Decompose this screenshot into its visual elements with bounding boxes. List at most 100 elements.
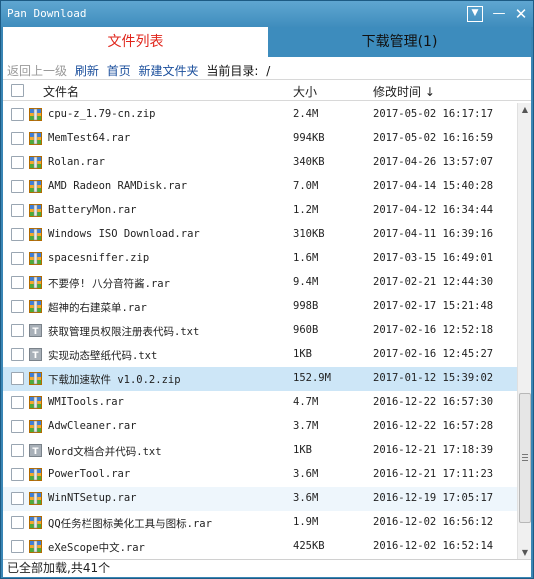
table-row[interactable]: cpu-z_1.79-cn.zip 2.4M 2017-05-02 16:17:17 bbox=[3, 103, 517, 127]
row-checkbox[interactable] bbox=[11, 300, 24, 313]
archive-icon bbox=[29, 300, 42, 313]
row-checkbox[interactable] bbox=[11, 108, 24, 121]
file-size: 3.6M bbox=[293, 492, 319, 504]
text-file-icon: T bbox=[29, 324, 42, 337]
scroll-up-icon[interactable]: ▲ bbox=[518, 103, 532, 116]
file-modified: 2016-12-21 17:18:39 bbox=[373, 444, 494, 456]
table-row[interactable]: PowerTool.rar 3.6M 2016-12-21 17:11:23 bbox=[3, 463, 517, 487]
text-file-icon: T bbox=[29, 444, 42, 457]
row-checkbox[interactable] bbox=[11, 348, 24, 361]
row-checkbox[interactable] bbox=[11, 324, 24, 337]
file-name: spacesniffer.zip bbox=[48, 252, 150, 264]
file-modified: 2017-04-26 13:57:07 bbox=[373, 156, 494, 168]
grip-line bbox=[522, 454, 528, 455]
file-name: AdwCleaner.rar bbox=[48, 420, 137, 432]
file-name: 实现动态壁纸代码.txt bbox=[48, 350, 158, 362]
table-row[interactable]: BatteryMon.rar 1.2M 2017-04-12 16:34:44 bbox=[3, 199, 517, 223]
archive-icon bbox=[29, 108, 42, 121]
row-checkbox[interactable] bbox=[11, 540, 24, 553]
file-size: 425KB bbox=[293, 540, 325, 552]
file-size: 1KB bbox=[293, 444, 312, 456]
file-modified: 2017-02-21 12:44:30 bbox=[373, 276, 494, 288]
table-row[interactable]: T Word文档合并代码.txt 1KB 2016-12-21 17:18:39 bbox=[3, 439, 517, 463]
file-size: 152.9M bbox=[293, 372, 331, 384]
archive-icon bbox=[29, 516, 42, 529]
row-checkbox[interactable] bbox=[11, 276, 24, 289]
archive-icon bbox=[29, 132, 42, 145]
window-title: Pan Download bbox=[7, 7, 87, 20]
table-row[interactable]: Windows ISO Download.rar 310KB 2017-04-11 … bbox=[3, 223, 517, 247]
row-checkbox[interactable] bbox=[11, 228, 24, 241]
table-row[interactable]: AdwCleaner.rar 3.7M 2016-12-22 16:57:28 bbox=[3, 415, 517, 439]
back-button[interactable]: 返回上一级 bbox=[7, 64, 67, 78]
archive-icon bbox=[29, 204, 42, 217]
row-checkbox[interactable] bbox=[11, 468, 24, 481]
row-checkbox[interactable] bbox=[11, 156, 24, 169]
title-bar[interactable]: Pan Download ▼ — ✕ bbox=[1, 1, 533, 27]
status-bar: 已全部加载,共41个 bbox=[3, 559, 531, 577]
archive-icon bbox=[29, 180, 42, 193]
file-name: QQ任务栏图标美化工具与图标.rar bbox=[48, 518, 212, 530]
new-folder-button[interactable]: 新建文件夹 bbox=[139, 64, 199, 78]
row-checkbox[interactable] bbox=[11, 252, 24, 265]
file-size: 1.2M bbox=[293, 204, 319, 216]
file-name: 获取管理员权限注册表代码.txt bbox=[48, 326, 200, 338]
table-row[interactable]: MemTest64.rar 994KB 2017-05-02 16:16:59 bbox=[3, 127, 517, 151]
file-modified: 2017-02-17 15:21:48 bbox=[373, 300, 494, 312]
tab-file-list[interactable]: 文件列表 bbox=[3, 27, 268, 57]
minimize-icon[interactable]: — bbox=[491, 6, 507, 22]
table-row[interactable]: WMITools.rar 4.7M 2016-12-22 16:57:30 bbox=[3, 391, 517, 415]
file-size: 1KB bbox=[293, 348, 312, 360]
vertical-scrollbar[interactable]: ▲ ▼ bbox=[517, 103, 531, 559]
row-checkbox[interactable] bbox=[11, 516, 24, 529]
file-size: 3.7M bbox=[293, 420, 319, 432]
file-name: WinNTSetup.rar bbox=[48, 492, 137, 504]
archive-icon bbox=[29, 468, 42, 481]
table-row[interactable]: 下载加速软件 v1.0.2.zip 152.9M 2017-01-12 15:39:… bbox=[3, 367, 517, 391]
select-all-checkbox[interactable] bbox=[11, 84, 24, 97]
row-checkbox[interactable] bbox=[11, 420, 24, 433]
row-checkbox[interactable] bbox=[11, 444, 24, 457]
row-checkbox[interactable] bbox=[11, 180, 24, 193]
row-checkbox[interactable] bbox=[11, 132, 24, 145]
current-dir-label: 当前目录: bbox=[206, 64, 259, 78]
row-checkbox[interactable] bbox=[11, 204, 24, 217]
file-name: eXeScope中文.rar bbox=[48, 542, 145, 554]
archive-icon bbox=[29, 492, 42, 505]
status-text: 已全部加载,共41个 bbox=[7, 561, 111, 575]
close-icon[interactable]: ✕ bbox=[513, 6, 529, 22]
refresh-button[interactable]: 刷新 bbox=[75, 64, 99, 78]
table-row[interactable]: 超神的右建菜单.rar 998B 2017-02-17 15:21:48 bbox=[3, 295, 517, 319]
file-name: Word文档合并代码.txt bbox=[48, 446, 162, 458]
scroll-down-icon[interactable]: ▼ bbox=[518, 546, 532, 559]
file-name: PowerTool.rar bbox=[48, 468, 131, 480]
tab-download-manager[interactable]: 下载管理(1) bbox=[268, 27, 531, 57]
file-name: 不要停! 八分音符酱.rar bbox=[48, 278, 170, 290]
home-button[interactable]: 首页 bbox=[107, 64, 131, 78]
menu-dropdown-icon[interactable]: ▼ bbox=[467, 6, 483, 22]
column-header-size[interactable]: 大小 bbox=[293, 83, 317, 100]
table-row[interactable]: T 实现动态壁纸代码.txt 1KB 2017-02-16 12:45:27 bbox=[3, 343, 517, 367]
svg-text:T: T bbox=[32, 327, 39, 337]
file-name: BatteryMon.rar bbox=[48, 204, 137, 216]
table-row[interactable]: spacesniffer.zip 1.6M 2017-03-15 16:49:01 bbox=[3, 247, 517, 271]
scrollbar-thumb[interactable] bbox=[519, 393, 531, 523]
table-row[interactable]: eXeScope中文.rar 425KB 2016-12-02 16:52:14 bbox=[3, 535, 517, 559]
table-row[interactable]: T 获取管理员权限注册表代码.txt 960B 2017-02-16 12:52:18 bbox=[3, 319, 517, 343]
file-size: 7.0M bbox=[293, 180, 319, 192]
row-checkbox[interactable] bbox=[11, 492, 24, 505]
svg-text:T: T bbox=[32, 351, 39, 361]
table-row[interactable]: QQ任务栏图标美化工具与图标.rar 1.9M 2016-12-02 16:56:1… bbox=[3, 511, 517, 535]
column-header-modified[interactable]: 修改时间 ↓ bbox=[373, 83, 435, 100]
table-row[interactable]: AMD Radeon RAMDisk.rar 7.0M 2017-04-14 15:… bbox=[3, 175, 517, 199]
svg-text:T: T bbox=[32, 447, 39, 457]
row-checkbox[interactable] bbox=[11, 372, 24, 385]
file-modified: 2016-12-19 17:05:17 bbox=[373, 492, 494, 504]
column-header-name[interactable]: 文件名 bbox=[43, 83, 79, 100]
table-row[interactable]: Rolan.rar 340KB 2017-04-26 13:57:07 bbox=[3, 151, 517, 175]
app-window: Pan Download ▼ — ✕ 文件列表 下载管理(1) 返回上一级 刷新… bbox=[0, 0, 534, 579]
table-row[interactable]: WinNTSetup.rar 3.6M 2016-12-19 17:05:17 bbox=[3, 487, 517, 511]
row-checkbox[interactable] bbox=[11, 396, 24, 409]
table-row[interactable]: 不要停! 八分音符酱.rar 9.4M 2017-02-21 12:44:30 bbox=[3, 271, 517, 295]
file-size: 4.7M bbox=[293, 396, 319, 408]
